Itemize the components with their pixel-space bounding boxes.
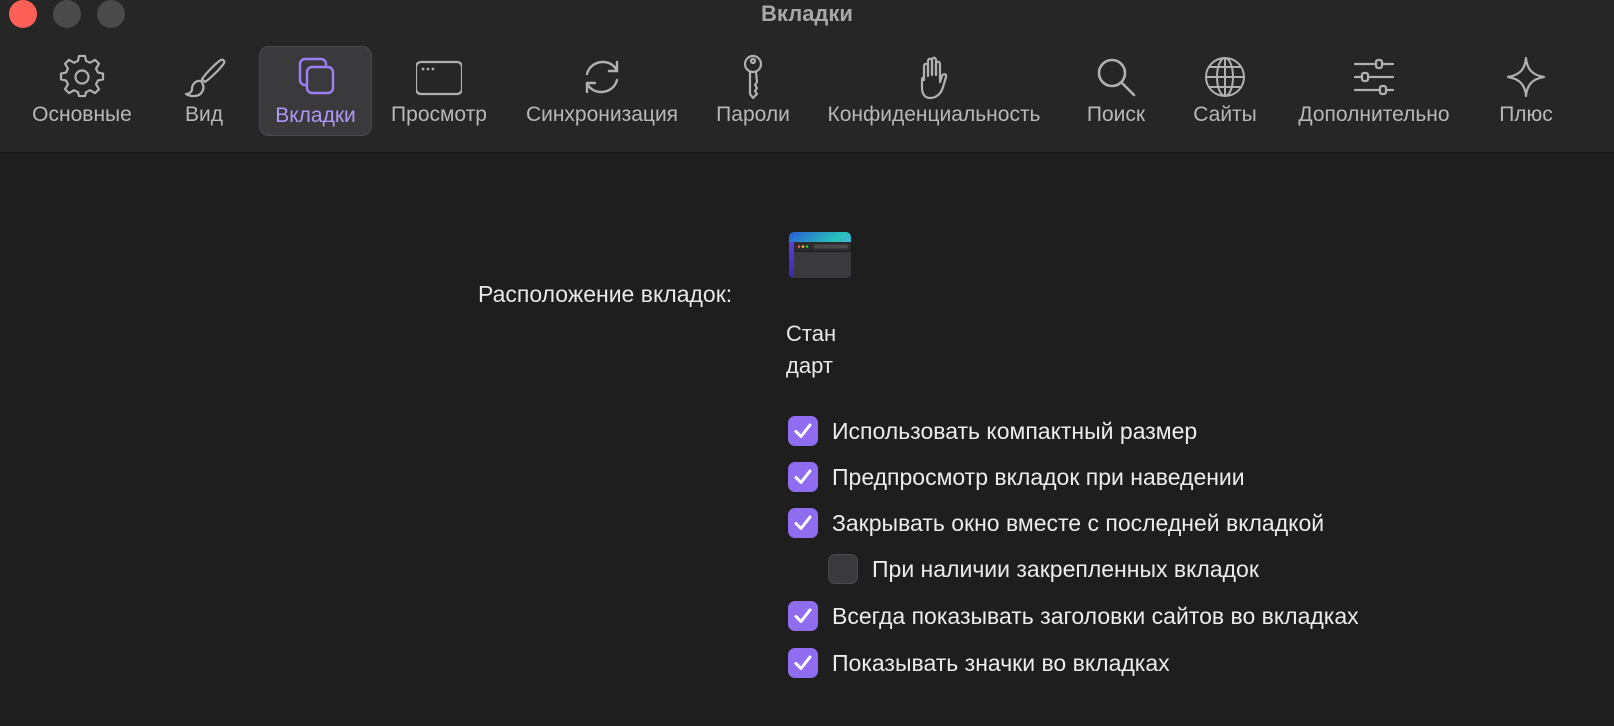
checkbox-label-compact: Использовать компактный размер (832, 417, 1198, 444)
browser-window-icon (416, 54, 462, 100)
hand-icon (911, 54, 957, 100)
checkbox-label-hover-preview: Предпросмотр вкладок при наведении (832, 463, 1245, 490)
checkbox-label-site-titles: Всегда показывать заголовки сайтов во вк… (832, 602, 1359, 629)
toolbar-label-advanced: Дополнительно (1298, 103, 1450, 126)
toolbar-item-general[interactable]: Основные (20, 46, 144, 136)
checkbox-show-icons[interactable] (788, 648, 818, 678)
checkmark-icon (794, 608, 812, 623)
checkmark-icon (794, 469, 812, 484)
window-title: Вкладки (761, 1, 853, 26)
gear-icon (59, 54, 105, 100)
toolbar-label-browsing: Просмотр (391, 103, 487, 126)
toolbar-item-browsing[interactable]: Просмотр (382, 46, 496, 136)
checkbox-row-pinned-tabs[interactable]: При наличии закрепленных вкладок (828, 553, 1259, 585)
checkbox-label-pinned-tabs: При наличии закрепленных вкладок (872, 555, 1259, 582)
toolbar-label-search: Поиск (1086, 103, 1146, 126)
toolbar-item-advanced[interactable]: Дополнительно (1286, 46, 1462, 136)
toolbar-label-tabs: Вкладки (275, 104, 356, 127)
tab-layout-label: Расположение вкладок: (478, 281, 733, 307)
tabs-icon (293, 55, 339, 101)
window-titlebar: Вкладки Основные Вид Вкладки Просмотр Си… (0, 0, 1614, 153)
tab-layout-caption: Стандарт (786, 321, 837, 378)
checkbox-hover-preview[interactable] (788, 462, 818, 492)
tab-layout-thumbnail[interactable] (789, 232, 851, 278)
checkmark-icon (794, 515, 812, 530)
toolbar-item-search[interactable]: Поиск (1076, 46, 1156, 136)
toolbar-label-plus: Плюс (1499, 103, 1553, 126)
toolbar-label-sync: Синхронизация (525, 103, 679, 126)
toolbar-label-general: Основные (32, 103, 132, 126)
sync-icon (579, 54, 625, 100)
checkmark-icon (794, 423, 812, 438)
checkbox-row-hover-preview[interactable]: Предпросмотр вкладок при наведении (788, 461, 1245, 493)
checkmark-icon (794, 655, 812, 670)
key-icon (730, 54, 776, 100)
toolbar-label-appearance: Вид (185, 103, 223, 126)
toolbar-item-appearance[interactable]: Вид (164, 46, 244, 136)
checkbox-row-show-icons[interactable]: Показывать значки во вкладках (788, 647, 1170, 679)
toolbar-item-tabs[interactable]: Вкладки (259, 46, 372, 136)
sliders-icon (1351, 54, 1397, 100)
toolbar-item-websites[interactable]: Сайты (1180, 46, 1270, 136)
toolbar-item-passwords[interactable]: Пароли (708, 46, 798, 136)
toolbar-item-privacy[interactable]: Конфиденциальность (814, 46, 1054, 136)
checkbox-close-window[interactable] (788, 508, 818, 538)
globe-icon (1202, 54, 1248, 100)
sparkle-icon (1503, 54, 1549, 100)
checkbox-compact[interactable] (788, 416, 818, 446)
checkbox-label-close-window: Закрывать окно вместе с последней вкладк… (832, 509, 1325, 536)
checkbox-label-show-icons: Показывать значки во вкладках (832, 649, 1170, 676)
tab-layout-option-standard[interactable]: Стандарт (786, 232, 856, 382)
checkbox-site-titles[interactable] (788, 601, 818, 631)
checkbox-row-compact[interactable]: Использовать компактный размер (788, 415, 1197, 447)
toolbar-item-sync[interactable]: Синхронизация (514, 46, 690, 136)
paintbrush-icon (181, 54, 227, 100)
toolbar-label-privacy: Конфиденциальность (827, 103, 1041, 126)
checkbox-pinned-tabs[interactable] (828, 554, 858, 584)
checkbox-row-site-titles[interactable]: Всегда показывать заголовки сайтов во вк… (788, 600, 1359, 632)
toolbar-item-plus[interactable]: Плюс (1488, 46, 1564, 136)
magnifier-icon (1093, 54, 1139, 100)
toolbar-label-websites: Сайты (1193, 103, 1257, 126)
checkbox-row-close-window[interactable]: Закрывать окно вместе с последней вкладк… (788, 507, 1324, 539)
toolbar-label-passwords: Пароли (716, 103, 790, 126)
